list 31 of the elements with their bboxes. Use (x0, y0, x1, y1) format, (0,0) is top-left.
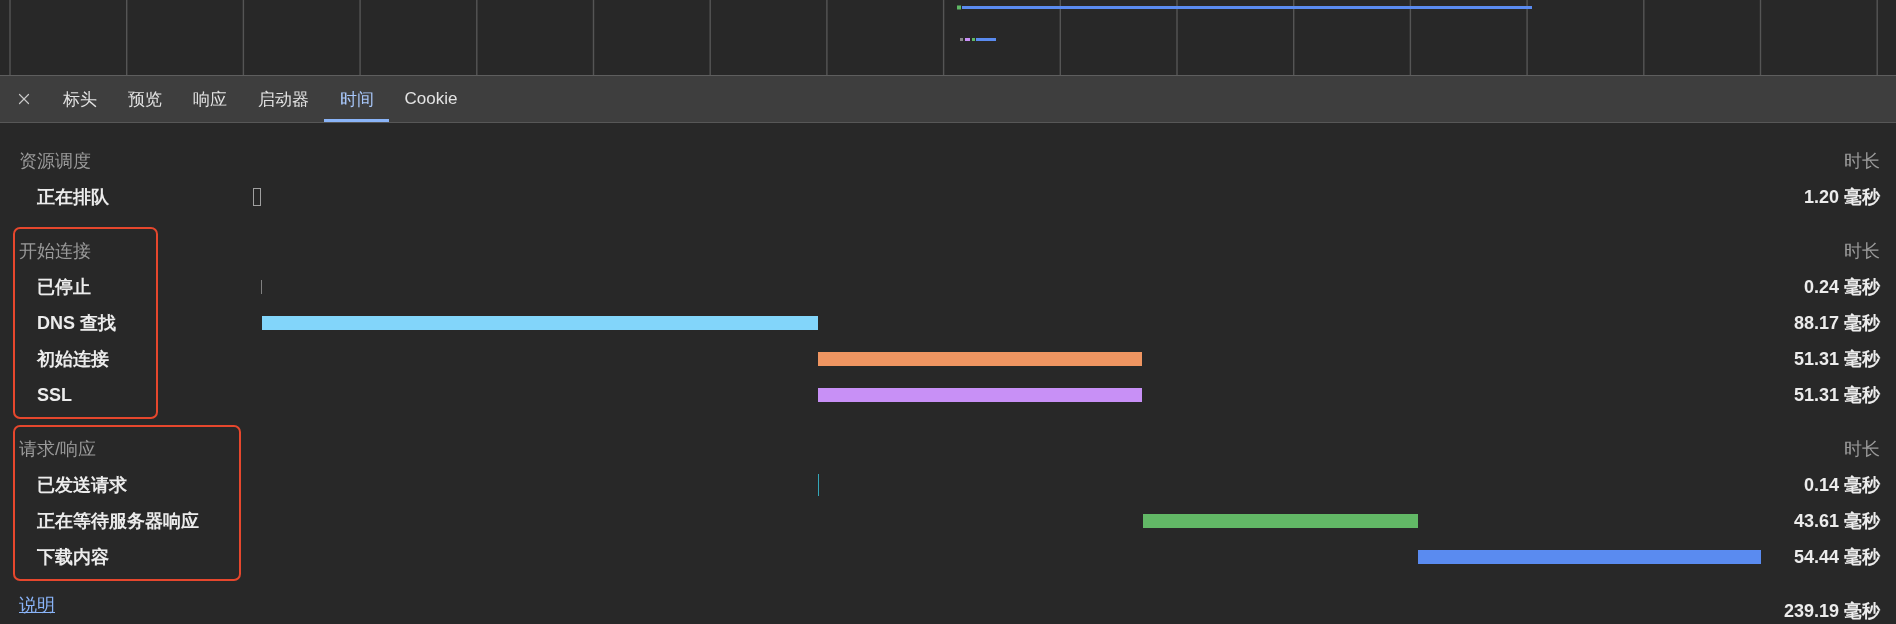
tab[interactable]: Cookie (389, 76, 473, 122)
duration-header: 时长 (1844, 240, 1880, 262)
duration-value: 54.44 毫秒 (1793, 546, 1880, 568)
tab[interactable]: 响应 (177, 76, 242, 122)
timing-label: 已停止 (37, 276, 91, 298)
duration-header: 时长 (1844, 438, 1880, 460)
timing-label: 初始连接 (37, 348, 109, 370)
section-title: 请求/响应 (19, 438, 96, 460)
duration-value: 88.17 毫秒 (1793, 312, 1880, 334)
duration-value: 43.61 毫秒 (1793, 510, 1880, 532)
section-title: 开始连接 (19, 240, 91, 262)
timing-label: 正在等待服务器响应 (37, 510, 199, 532)
timing-label: 已发送请求 (37, 474, 127, 496)
tab[interactable]: 启动器 (242, 76, 324, 122)
timing-label: DNS 查找 (37, 312, 116, 334)
section-title: 资源调度 (19, 150, 91, 172)
total-duration: 239.19 毫秒 (1783, 600, 1880, 622)
duration-value: 1.20 毫秒 (1803, 186, 1880, 208)
waterfall-bar (960, 38, 996, 41)
timing-label: 下载内容 (37, 546, 109, 568)
duration-value: 0.14 毫秒 (1803, 474, 1880, 496)
explanation-link[interactable]: 说明 (19, 594, 55, 616)
tab[interactable]: 时间 (324, 76, 389, 122)
duration-header: 时长 (1844, 150, 1880, 172)
duration-value: 51.31 毫秒 (1793, 348, 1880, 370)
tab[interactable]: 预览 (112, 76, 177, 122)
timing-label: SSL (37, 384, 72, 406)
duration-value: 0.24 毫秒 (1803, 276, 1880, 298)
tab[interactable]: 标头 (47, 76, 112, 122)
timing-label: 正在排队 (37, 186, 109, 208)
duration-value: 51.31 毫秒 (1793, 384, 1880, 406)
